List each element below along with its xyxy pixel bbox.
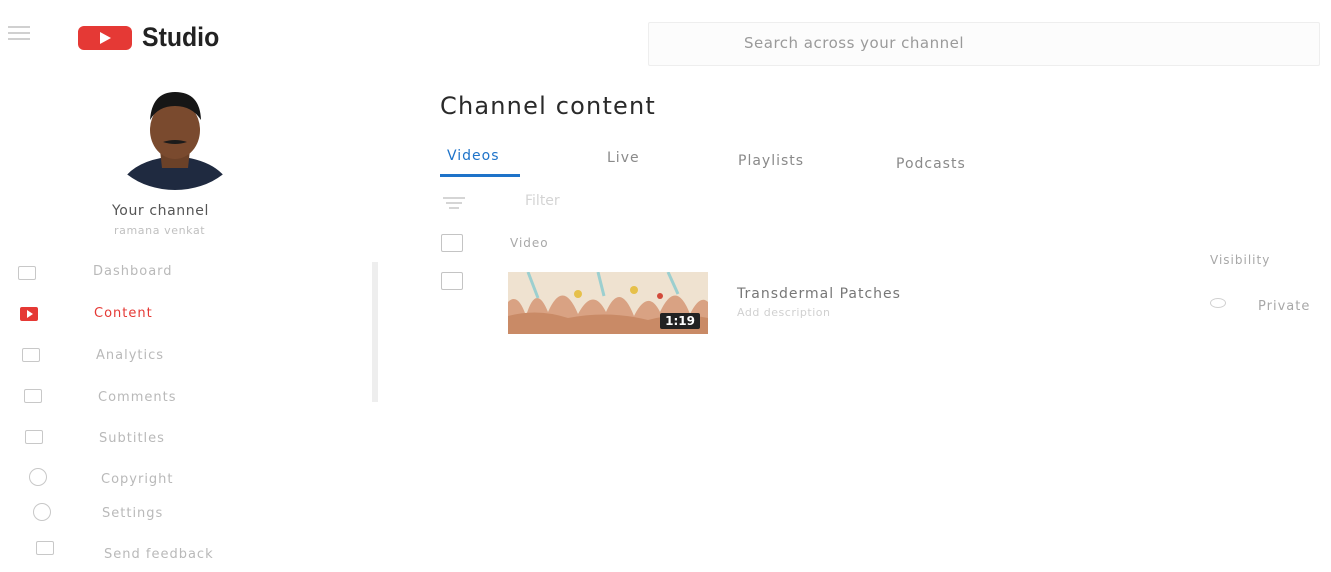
visibility-status[interactable]: Private xyxy=(1258,299,1310,314)
sidebar-item-label: Copyright xyxy=(101,472,174,487)
column-header-video: Video xyxy=(510,236,549,250)
logo-text: Studio xyxy=(142,22,220,52)
settings-icon xyxy=(33,503,51,521)
tab-live[interactable]: Live xyxy=(607,150,640,166)
video-description[interactable]: Add description xyxy=(737,306,830,319)
youtube-logo-icon xyxy=(78,25,132,50)
content-icon xyxy=(20,307,38,321)
sidebar-item-label: Subtitles xyxy=(99,431,165,446)
sidebar-item-content[interactable] xyxy=(20,299,38,329)
video-title[interactable]: Transdermal Patches xyxy=(737,286,901,302)
video-thumbnail[interactable]: 1:19 xyxy=(508,272,708,334)
copyright-icon xyxy=(29,468,47,486)
channel-label: Your channel xyxy=(112,203,209,219)
menu-icon[interactable] xyxy=(8,22,30,40)
sidebar-item-label: Settings xyxy=(102,506,164,521)
studio-logo[interactable]: Studio xyxy=(78,22,226,53)
sidebar-scrollbar[interactable] xyxy=(372,262,378,402)
sidebar-item-analytics[interactable] xyxy=(22,340,40,370)
visibility-eye-off-icon xyxy=(1210,298,1226,308)
filter-icon[interactable] xyxy=(443,194,465,209)
search-input[interactable]: Search across your channel xyxy=(648,22,1320,66)
sidebar-item-comments[interactable] xyxy=(24,381,42,411)
search-placeholder: Search across your channel xyxy=(744,34,965,52)
column-header-visibility: Visibility xyxy=(1210,253,1271,267)
sidebar-item-label: Analytics xyxy=(96,348,165,363)
page-title: Channel content xyxy=(440,92,657,120)
comments-icon xyxy=(24,389,42,403)
dashboard-icon xyxy=(18,266,36,280)
sidebar-item-dashboard[interactable] xyxy=(18,258,36,288)
sidebar-item-send-feedback[interactable] xyxy=(36,535,54,561)
sidebar-item-label: Content xyxy=(94,306,153,321)
sidebar-item-settings[interactable] xyxy=(33,497,51,527)
avatar[interactable] xyxy=(108,86,242,190)
select-all-checkbox[interactable] xyxy=(441,234,463,252)
sidebar-item-label: Send feedback xyxy=(104,547,214,562)
filter-input[interactable]: Filter xyxy=(525,193,560,209)
sidebar-item-copyright[interactable] xyxy=(29,462,47,492)
video-duration: 1:19 xyxy=(660,313,700,329)
subtitles-icon xyxy=(25,430,43,444)
tab-videos[interactable]: Videos xyxy=(447,148,500,164)
row-checkbox[interactable] xyxy=(441,272,463,290)
feedback-icon xyxy=(36,541,54,555)
tab-playlists[interactable]: Playlists xyxy=(738,153,804,169)
active-tab-indicator xyxy=(440,174,520,177)
sidebar-item-subtitles[interactable] xyxy=(25,422,43,452)
analytics-icon xyxy=(22,348,40,362)
channel-handle: ramana venkat xyxy=(114,224,206,237)
sidebar-item-label: Dashboard xyxy=(93,264,173,279)
sidebar-item-label: Comments xyxy=(98,390,177,405)
tab-podcasts[interactable]: Podcasts xyxy=(896,156,966,172)
